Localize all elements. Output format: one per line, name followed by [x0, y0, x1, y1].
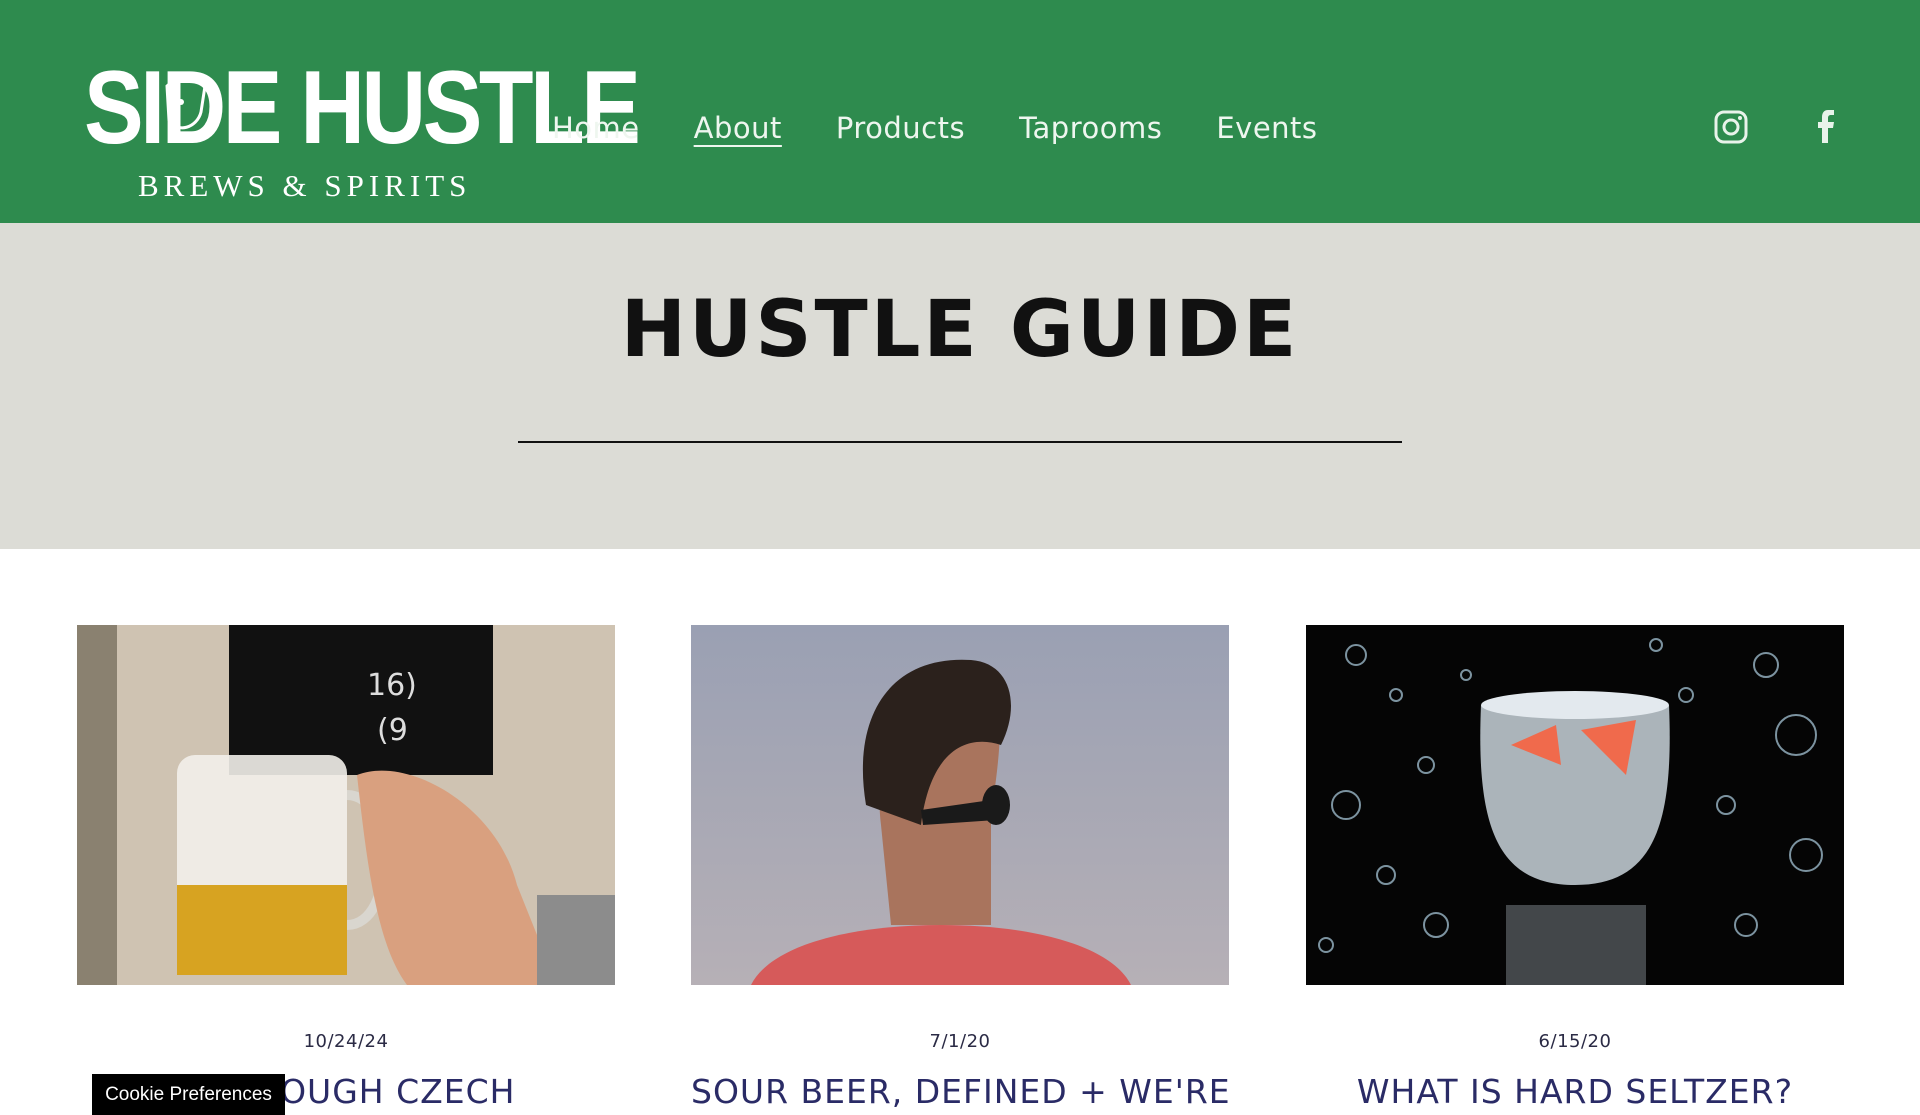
- beer-mug-photo: 16) (9: [77, 625, 615, 985]
- nav-taprooms[interactable]: Taprooms: [1019, 106, 1162, 150]
- post-title[interactable]: SOUR BEER, DEFINED + WE'RE: [691, 1072, 1230, 1111]
- post-card[interactable]: 16) (9 10/24/24 Y THROUGH CZECH: [77, 625, 615, 1111]
- goat-mark-icon: [165, 76, 211, 130]
- site-logo[interactable]: SIDE HUSTLE BREWS & SPIRITS: [84, 56, 641, 208]
- svg-text:(9: (9: [377, 713, 408, 748]
- site-header: SIDE HUSTLE BREWS & SPIRITS Home About P…: [0, 0, 1920, 223]
- post-thumbnail[interactable]: 16) (9: [77, 625, 615, 985]
- cookie-preferences-button[interactable]: Cookie Preferences: [92, 1074, 285, 1115]
- svg-text:16): 16): [367, 668, 417, 703]
- post-date: 7/1/20: [929, 1031, 991, 1052]
- nav-about[interactable]: About: [694, 106, 782, 150]
- post-card[interactable]: 6/15/20 WHAT IS HARD SELTZER?: [1306, 625, 1844, 1111]
- page-title: HUSTLE GUIDE: [620, 285, 1300, 375]
- hero-banner: HUSTLE GUIDE: [0, 223, 1920, 549]
- seltzer-glass-bubbles-photo: [1306, 625, 1844, 985]
- man-sunglasses-photo: [691, 625, 1229, 985]
- instagram-icon[interactable]: [1711, 107, 1751, 147]
- post-date: 6/15/20: [1538, 1031, 1612, 1052]
- nav-home[interactable]: Home: [552, 106, 640, 150]
- facebook-icon[interactable]: [1806, 107, 1846, 147]
- logo-tagline: BREWS & SPIRITS: [138, 168, 472, 203]
- nav-products[interactable]: Products: [836, 106, 965, 150]
- nav-events[interactable]: Events: [1216, 106, 1317, 150]
- post-title[interactable]: WHAT IS HARD SELTZER?: [1306, 1072, 1844, 1111]
- post-date: 10/24/24: [303, 1031, 389, 1052]
- post-thumbnail[interactable]: [1306, 625, 1844, 985]
- post-card[interactable]: 7/1/20 SOUR BEER, DEFINED + WE'RE: [691, 625, 1230, 1111]
- title-divider: [518, 441, 1402, 443]
- post-thumbnail[interactable]: [691, 625, 1229, 985]
- main-nav: Home About Products Taprooms Events: [552, 106, 1372, 150]
